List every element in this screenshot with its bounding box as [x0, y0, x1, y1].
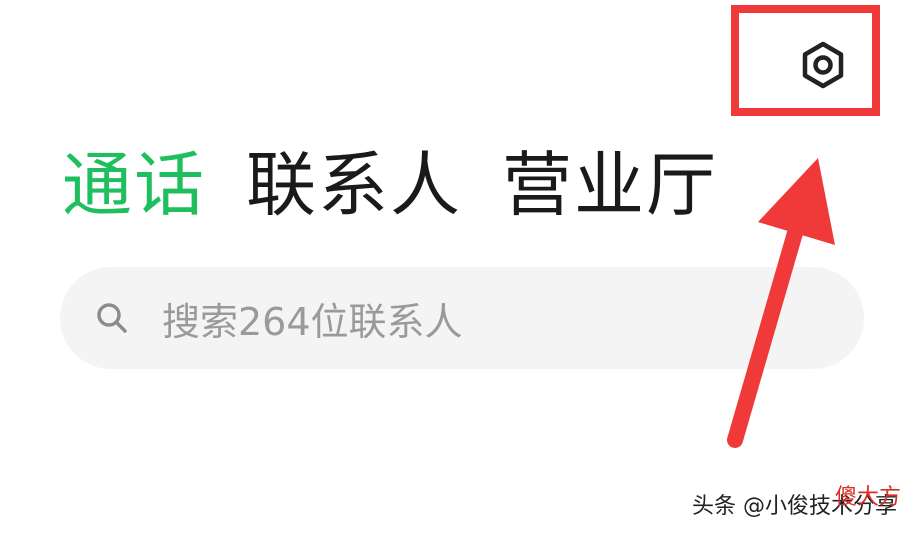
tab-bar: 通话 联系人 营业厅: [62, 140, 758, 230]
search-icon: [92, 298, 132, 338]
tab-calls[interactable]: 通话: [62, 150, 206, 220]
search-bar[interactable]: 搜索264位联系人: [60, 267, 864, 369]
tab-business-hall[interactable]: 营业厅: [502, 150, 718, 220]
tab-contacts[interactable]: 联系人: [246, 150, 462, 220]
watermark-accent: 傻大方: [835, 485, 902, 510]
highlight-box: [731, 5, 880, 116]
search-placeholder: 搜索264位联系人: [162, 299, 463, 344]
